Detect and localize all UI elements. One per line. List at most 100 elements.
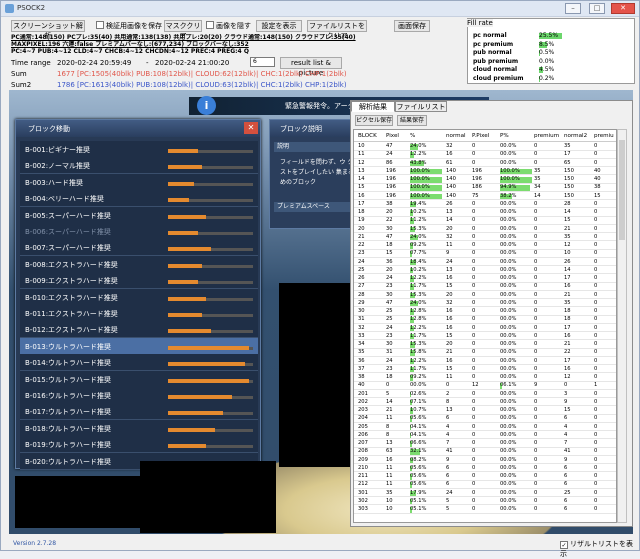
table-row[interactable]: 294724.0%32000.0%0350 [354, 300, 617, 308]
checkbox-icon[interactable]: ✓ [560, 541, 568, 549]
grid-column-header[interactable]: P% [500, 133, 509, 139]
table-row[interactable]: 372311.7%15000.0%0160 [354, 366, 617, 374]
block-item[interactable]: B-019:ウルトラハード推奨 [20, 436, 258, 453]
table-row[interactable]: 353115.8%21000.0%0220 [354, 349, 617, 357]
grid-column-header[interactable]: normal [446, 133, 466, 139]
result-save-button[interactable]: 結果保存 [397, 115, 427, 126]
block-item[interactable]: B-013:ウルトラハード推奨 [20, 338, 258, 355]
screenshot-analyze-button[interactable]: スクリーンショット解析 [11, 20, 85, 32]
grid-column-header[interactable]: premiu [594, 133, 614, 139]
block-item[interactable]: B-008:エクストラハード推奨 [20, 256, 258, 273]
block-item[interactable]: B-004:ベリーハード推奨 [20, 190, 258, 207]
block-item[interactable]: B-018:ウルトラハード推奨 [20, 420, 258, 437]
table-row[interactable]: 312512.8%16000.0%0180 [354, 316, 617, 324]
grid-column-header[interactable]: % [410, 133, 415, 139]
block-item[interactable]: B-007:スーパーハード推奨 [20, 239, 258, 256]
minimize-button[interactable]: – [565, 3, 581, 14]
table-row[interactable]: 206804.1%4000.0%040 [354, 432, 617, 440]
table-row[interactable]: 283015.3%20000.0%0210 [354, 292, 617, 300]
block-item[interactable]: B-015:ウルトラハード推奨 [20, 371, 258, 388]
table-row[interactable]: 128643.8%61000.0%0650 [354, 160, 617, 168]
table-row[interactable]: 221809.2%11000.0%0120 [354, 242, 617, 250]
table-row[interactable]: 14196100.0%140196100.0%3515040 [354, 176, 617, 184]
checkbox-icon[interactable] [206, 21, 214, 29]
table-row[interactable]: 322412.2%16000.0%0170 [354, 325, 617, 333]
table-cell: 27 [358, 283, 365, 291]
block-item[interactable]: B-016:ウルトラハード推奨 [20, 387, 258, 404]
table-row[interactable]: 262412.2%16000.0%0170 [354, 275, 617, 283]
table-row[interactable]: 112412.2%16000.0%0170 [354, 151, 617, 159]
block-item[interactable]: B-003:ハード推奨 [20, 174, 258, 191]
table-row[interactable]: 15196100.0%14018694.9%3415038 [354, 184, 617, 192]
table-row[interactable]: 3031005.1%5000.0%060 [354, 506, 617, 514]
close-button[interactable]: ✕ [611, 3, 635, 14]
table-row[interactable]: 40000.0%01206.1%901 [354, 382, 617, 390]
result-list-checkbox[interactable]: ✓リザルトリストを表示 [560, 539, 639, 559]
table-row[interactable]: 205804.1%4000.0%040 [354, 424, 617, 432]
table-row[interactable]: 203015.3%20000.0%0210 [354, 226, 617, 234]
table-row[interactable]: 16196100.0%1407538.2%1415015 [354, 193, 617, 201]
table-row[interactable]: 3013517.9%24000.0%0250 [354, 490, 617, 498]
table-row[interactable]: 252010.2%13000.0%0140 [354, 267, 617, 275]
block-item[interactable]: B-006:スーパーハード推奨 [20, 223, 258, 240]
grid-column-header[interactable]: Pixel [386, 133, 399, 139]
table-row[interactable]: 231507.7%9000.0%0100 [354, 250, 617, 258]
block-item[interactable]: B-009:エクストラハード推奨 [20, 272, 258, 289]
block-window-close-icon[interactable]: ✕ [244, 122, 258, 134]
title-bar[interactable]: PSOCK2 – □ ✕ [1, 1, 639, 17]
table-row[interactable]: 243618.4%24000.0%0260 [354, 259, 617, 267]
table-row[interactable]: 381809.2%11000.0%0120 [354, 374, 617, 382]
tab-analysis-result[interactable]: 解析結果 [351, 101, 395, 112]
pixel-save-button[interactable]: ピクセル保存 [355, 115, 393, 126]
grid-column-header[interactable]: P.Pixel [472, 133, 489, 139]
grid-column-header[interactable]: premium [534, 133, 559, 139]
grid-scrollbar[interactable] [617, 129, 627, 523]
grid-column-header[interactable]: BLOCK [358, 133, 377, 139]
save-verified-checkbox[interactable]: 検証用画像を保存 [96, 21, 162, 31]
tab-file-list[interactable]: ファイルリスト [395, 101, 447, 112]
block-item[interactable]: B-002:ノーマル推奨 [20, 157, 258, 174]
checkbox-icon[interactable] [96, 21, 104, 29]
block-item[interactable]: B-010:エクストラハード推奨 [20, 289, 258, 306]
table-cell: 0 [594, 358, 597, 366]
table-row[interactable]: 201502.6%2000.0%030 [354, 391, 617, 399]
table-row[interactable]: 3021005.1%5000.0%060 [354, 498, 617, 506]
table-row[interactable]: 13196100.0%140196100.0%3515040 [354, 168, 617, 176]
table-row[interactable]: 182010.2%13000.0%0140 [354, 209, 617, 217]
table-row[interactable]: 2091608.2%9000.0%090 [354, 457, 617, 465]
table-row[interactable]: 2121105.6%6000.0%060 [354, 481, 617, 489]
table-row[interactable]: 362412.2%16000.0%0170 [354, 358, 617, 366]
table-row[interactable]: 2032110.7%13000.0%0150 [354, 407, 617, 415]
table-row[interactable]: 192211.2%14000.0%0150 [354, 217, 617, 225]
table-row[interactable]: 2021407.1%8000.0%090 [354, 399, 617, 407]
table-row[interactable]: 343015.3%20000.0%0210 [354, 341, 617, 349]
save-screen-button[interactable]: 画面保存 [394, 20, 430, 32]
show-settings-button[interactable]: 設定を表示 [256, 20, 302, 32]
scrollbar-thumb[interactable] [619, 140, 625, 240]
block-item[interactable]: B-011:エクストラハード推奨 [20, 305, 258, 322]
table-row[interactable]: 332311.7%15000.0%0160 [354, 333, 617, 341]
table-cell: 16 [564, 366, 571, 374]
block-item[interactable]: B-012:エクストラハード推奨 [20, 321, 258, 338]
result-list-button[interactable]: result list & picture [280, 57, 342, 69]
block-item[interactable]: B-001:ビギナー推奨 [20, 141, 258, 158]
table-row[interactable]: 2071306.6%7000.0%070 [354, 440, 617, 448]
table-row[interactable]: 302512.8%16000.0%0180 [354, 308, 617, 316]
block-item[interactable]: B-005:スーパーハード推奨 [20, 207, 258, 224]
table-row[interactable]: 214724.0%32000.0%0350 [354, 234, 617, 242]
table-row[interactable]: 104724.0%32000.0%0350 [354, 143, 617, 151]
table-row[interactable]: 2041105.6%6000.0%060 [354, 415, 617, 423]
table-row[interactable]: 272311.7%15000.0%0160 [354, 283, 617, 291]
block-item[interactable]: B-014:ウルトラハード推奨 [20, 354, 258, 371]
table-row[interactable]: 173819.4%26000.0%0280 [354, 201, 617, 209]
table-row[interactable]: 2101105.6%6000.0%060 [354, 465, 617, 473]
time-range-count-input[interactable]: 6 [250, 57, 275, 67]
table-row[interactable]: 2111105.6%6000.0%060 [354, 473, 617, 481]
grid-column-header[interactable]: normal2 [564, 133, 587, 139]
hide-image-checkbox[interactable]: 画像を隠す [206, 21, 251, 31]
mask-clear-button[interactable]: マスククリア [164, 20, 202, 32]
table-row[interactable]: 2086332.1%41000.0%0410 [354, 448, 617, 456]
maximize-button[interactable]: □ [589, 3, 605, 14]
block-item[interactable]: B-017:ウルトラハード推奨 [20, 403, 258, 420]
clear-filelist-button[interactable]: ファイルリストをクリア [307, 20, 367, 32]
